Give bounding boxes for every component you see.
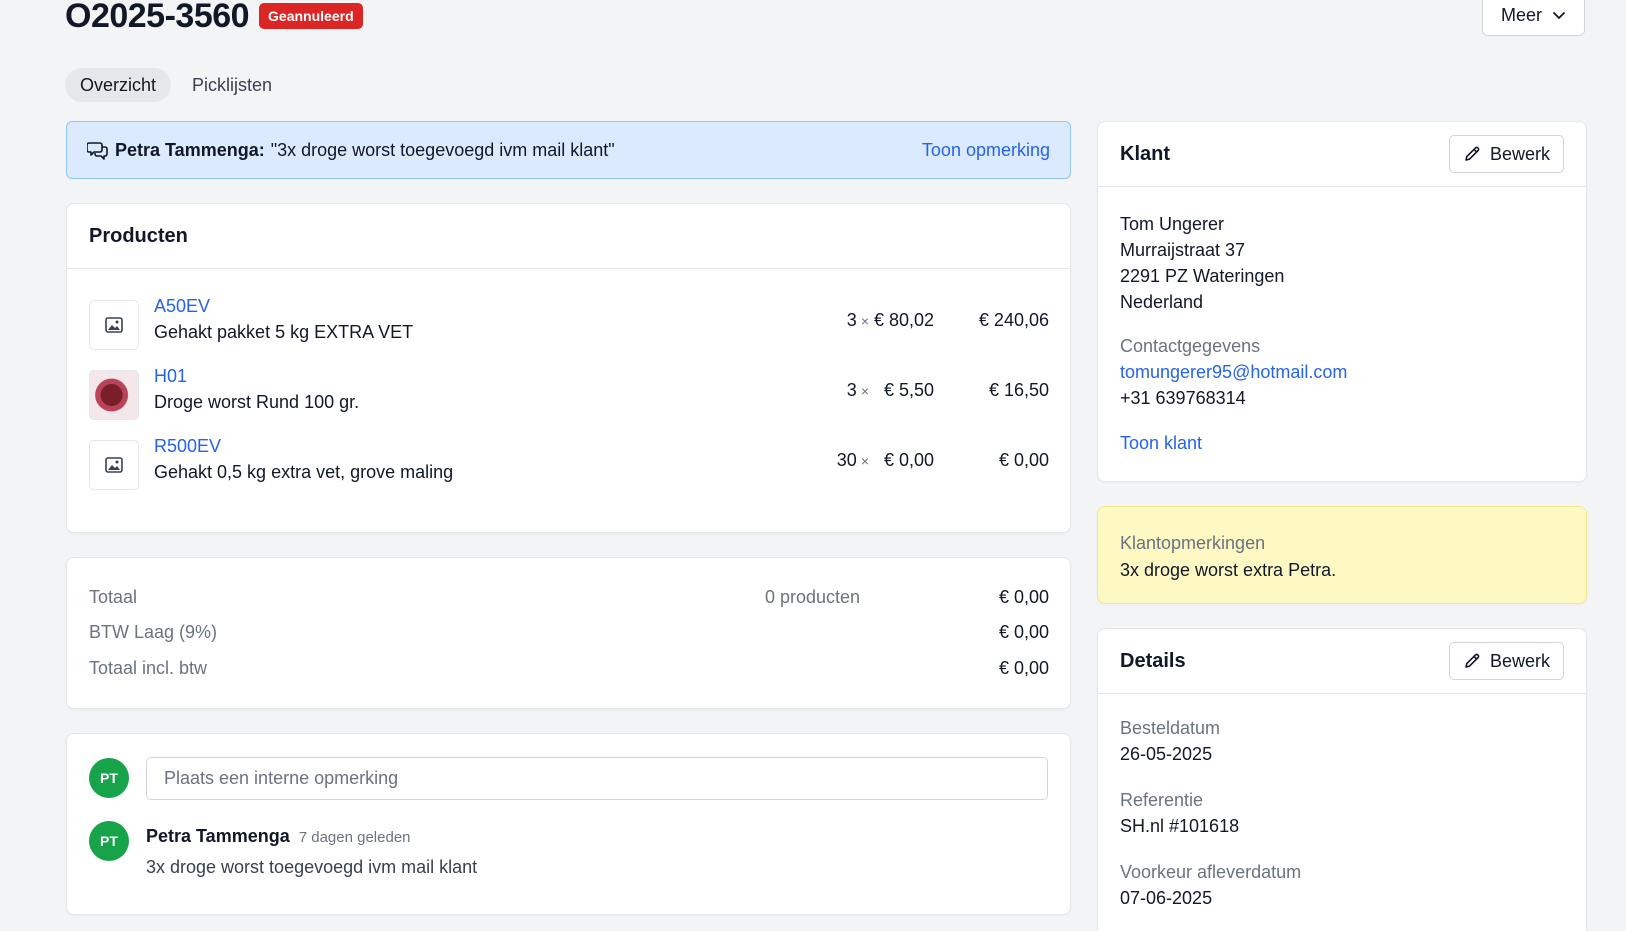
preferred-delivery-value: 07-06-2025 bbox=[1120, 888, 1213, 908]
customer-phone: +31 639768314 bbox=[1120, 388, 1246, 408]
times-symbol: × bbox=[860, 383, 869, 399]
pencil-icon bbox=[1465, 653, 1480, 668]
remark-author: Petra Tammenga: bbox=[115, 139, 265, 160]
image-placeholder-icon bbox=[89, 300, 139, 350]
customer-notes-label: Klantopmerkingen bbox=[1120, 533, 1266, 553]
times-symbol: × bbox=[860, 453, 869, 469]
pencil-icon bbox=[1465, 146, 1480, 161]
vat-label: BTW Laag (9%) bbox=[89, 622, 218, 642]
customer-card: Klant Bewerk Tom Ungerer Murraijstraat 3… bbox=[1097, 121, 1587, 482]
products-card-header: Producten bbox=[67, 204, 1070, 269]
product-quantity: 3 × bbox=[847, 310, 869, 331]
product-line-total: € 16,50 bbox=[988, 380, 1049, 400]
product-count: 0 producten bbox=[765, 587, 861, 607]
order-date-label: Besteldatum bbox=[1120, 718, 1221, 738]
edit-customer-button[interactable]: Bewerk bbox=[1448, 135, 1564, 173]
total-incl-label: Totaal incl. btw bbox=[89, 658, 208, 678]
more-button[interactable]: Meer bbox=[1482, 0, 1585, 36]
internal-comment-input[interactable] bbox=[146, 757, 1048, 800]
vat-value: € 0,00 bbox=[998, 622, 1049, 642]
internal-remark-banner: Petra Tammenga: "3x droge worst toegevoe… bbox=[66, 121, 1071, 179]
tab-picklijsten[interactable]: Picklijsten bbox=[177, 68, 287, 102]
product-name: Gehakt 0,5 kg extra vet, grove maling bbox=[154, 462, 454, 482]
customer-street: Murraijstraat 37 bbox=[1120, 240, 1246, 260]
totals-card: Totaal 0 producten € 0,00 BTW Laag (9%) … bbox=[66, 557, 1071, 709]
details-card: Details Bewerk Besteldatum 26-05-2025 Re… bbox=[1097, 628, 1587, 931]
order-page: O2025-3560 Geannuleerd Meer Overzicht Pi… bbox=[0, 0, 1626, 931]
reference-value: SH.nl #101618 bbox=[1120, 816, 1240, 836]
tab-bar: Overzicht Picklijsten bbox=[65, 68, 287, 102]
edit-label: Bewerk bbox=[1489, 650, 1550, 671]
product-row: H01 Droge worst Rund 100 gr. 3 × € 5,50 €… bbox=[89, 366, 1049, 422]
quantity-value: 3 bbox=[846, 380, 857, 400]
comments-card: PT PT Petra Tammenga 7 dagen geleden 3x … bbox=[66, 733, 1071, 915]
customer-title: Klant bbox=[1120, 142, 1170, 165]
quantity-value: 3 bbox=[846, 310, 857, 330]
product-unit-price: € 0,00 bbox=[883, 450, 934, 470]
products-card: Producten A50EV Gehakt pakket 5 kg EXTRA… bbox=[66, 203, 1071, 533]
remark-text: "3x droge worst toegevoegd ivm mail klan… bbox=[270, 139, 615, 160]
product-name: Droge worst Rund 100 gr. bbox=[154, 392, 360, 412]
order-header: O2025-3560 Geannuleerd bbox=[65, 0, 363, 38]
chevron-down-icon bbox=[1553, 12, 1565, 19]
customer-notes-text: 3x droge worst extra Petra. bbox=[1120, 560, 1337, 580]
more-button-label: Meer bbox=[1500, 4, 1542, 25]
product-sku-link[interactable]: A50EV bbox=[154, 296, 210, 317]
total-incl-row: Totaal incl. btw € 0,00 bbox=[89, 658, 1049, 682]
edit-details-button[interactable]: Bewerk bbox=[1448, 642, 1564, 680]
customer-country: Nederland bbox=[1120, 292, 1204, 312]
comment-author: Petra Tammenga bbox=[146, 826, 290, 846]
status-badge: Geannuleerd bbox=[259, 3, 363, 29]
details-title: Details bbox=[1120, 649, 1186, 672]
total-incl-value: € 0,00 bbox=[998, 658, 1049, 678]
product-sku-link[interactable]: R500EV bbox=[154, 436, 221, 457]
customer-name: Tom Ungerer bbox=[1120, 214, 1225, 234]
product-row: R500EV Gehakt 0,5 kg extra vet, grove ma… bbox=[89, 436, 1049, 492]
customer-address: Tom Ungerer Murraijstraat 37 2291 PZ Wat… bbox=[1120, 211, 1284, 315]
product-line-total: € 240,06 bbox=[978, 310, 1049, 330]
product-quantity: 30 × bbox=[837, 450, 869, 471]
total-row: Totaal 0 producten € 0,00 bbox=[89, 587, 1049, 611]
products-title: Producten bbox=[89, 224, 188, 247]
total-value: € 0,00 bbox=[998, 587, 1049, 607]
tab-overzicht[interactable]: Overzicht bbox=[65, 68, 172, 102]
comment-header: Petra Tammenga 7 dagen geleden bbox=[146, 826, 411, 847]
contact-label: Contactgegevens bbox=[1120, 336, 1261, 356]
product-unit-price: € 80,02 bbox=[873, 310, 934, 330]
comment-timestamp: 7 dagen geleden bbox=[298, 829, 411, 846]
product-line-total: € 0,00 bbox=[998, 450, 1049, 470]
order-number: O2025-3560 bbox=[65, 0, 250, 35]
vat-row: BTW Laag (9%) € 0,00 bbox=[89, 622, 1049, 646]
times-symbol: × bbox=[860, 313, 869, 329]
reference-label: Referentie bbox=[1120, 790, 1204, 810]
product-unit-price: € 5,50 bbox=[883, 380, 934, 400]
product-photo bbox=[89, 370, 139, 420]
preferred-delivery-label: Voorkeur afleverdatum bbox=[1120, 862, 1302, 882]
avatar: PT bbox=[89, 821, 129, 861]
product-row: A50EV Gehakt pakket 5 kg EXTRA VET 3 × € … bbox=[89, 296, 1049, 352]
customer-notes-card: Klantopmerkingen 3x droge worst extra Pe… bbox=[1097, 506, 1587, 604]
image-placeholder-icon bbox=[89, 440, 139, 490]
show-customer-link[interactable]: Toon klant bbox=[1120, 433, 1202, 454]
total-label: Totaal bbox=[89, 587, 138, 607]
order-date-value: 26-05-2025 bbox=[1120, 744, 1213, 764]
customer-email-link[interactable]: tomungerer95@hotmail.com bbox=[1120, 362, 1347, 383]
show-remark-link[interactable]: Toon opmerking bbox=[922, 140, 1050, 161]
product-quantity: 3 × bbox=[847, 380, 869, 401]
comment-text: 3x droge worst toegevoegd ivm mail klant bbox=[146, 857, 478, 877]
product-name: Gehakt pakket 5 kg EXTRA VET bbox=[154, 322, 414, 342]
customer-city: 2291 PZ Wateringen bbox=[1120, 266, 1285, 286]
chat-bubbles-icon bbox=[87, 142, 108, 160]
product-sku-link[interactable]: H01 bbox=[154, 366, 187, 387]
current-user-avatar: PT bbox=[89, 758, 129, 798]
quantity-value: 30 bbox=[836, 450, 857, 470]
edit-label: Bewerk bbox=[1489, 143, 1550, 164]
